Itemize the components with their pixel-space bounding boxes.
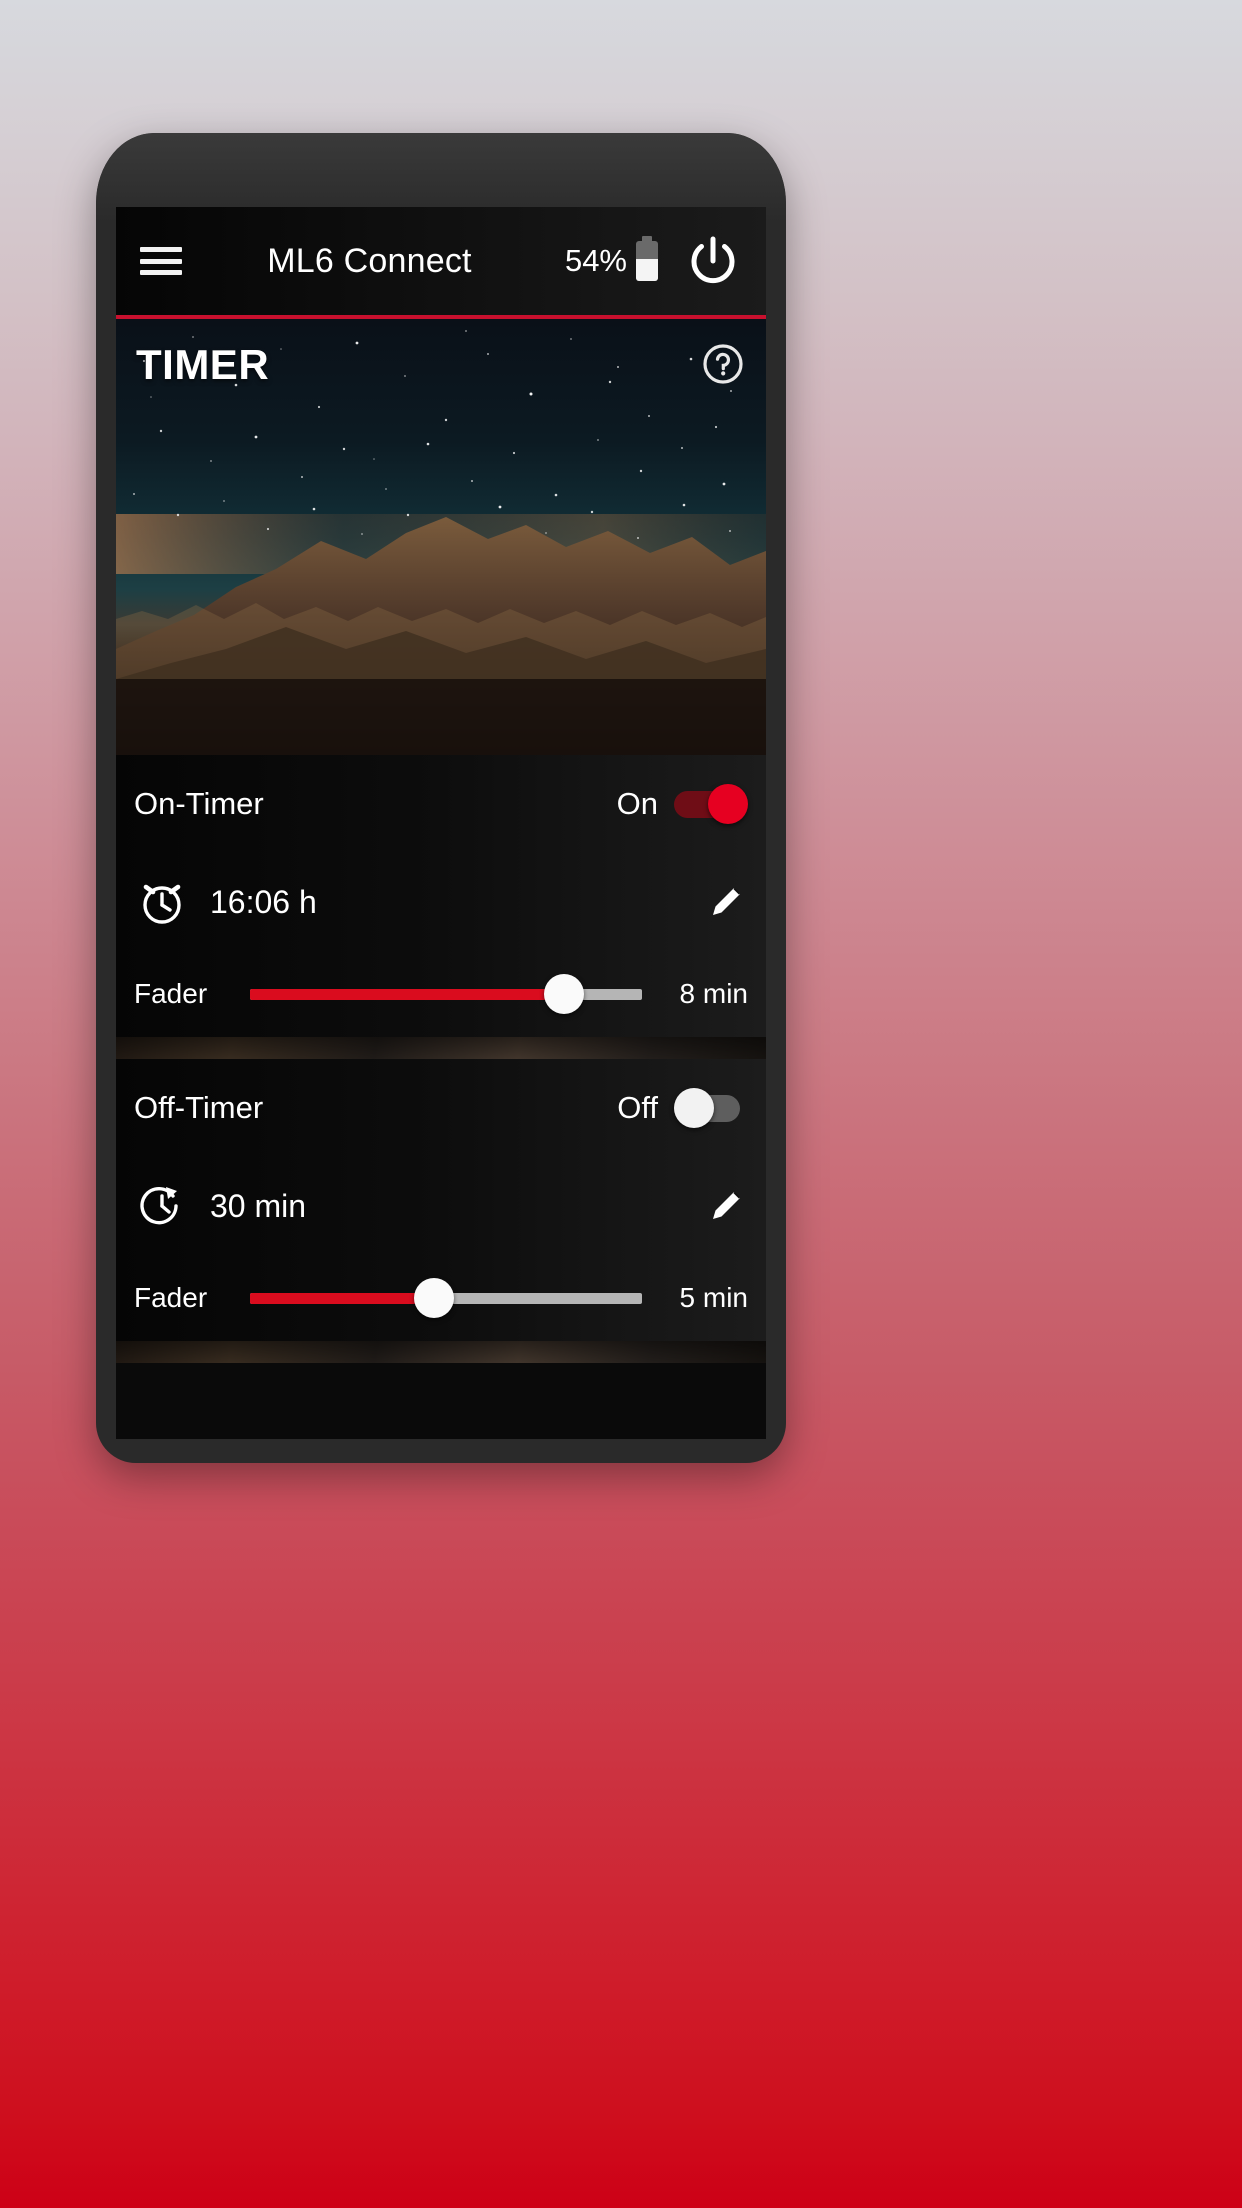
phone-screen: ML6 Connect 54% TIMER On-Timer On 16:06 …	[116, 207, 766, 1439]
on-timer-time-row[interactable]: 16:06 h	[134, 853, 748, 951]
off-timer-fader-slider[interactable]	[250, 1278, 642, 1318]
slider-thumb[interactable]	[414, 1278, 455, 1318]
on-timer-card: On-Timer On 16:06 h Fader 8 min	[116, 755, 766, 1037]
battery-fill	[636, 259, 658, 281]
phone-device-frame: ML6 Connect 54% TIMER On-Timer On 16:06 …	[96, 133, 786, 1463]
on-timer-edit-pencil-icon[interactable]	[704, 880, 748, 924]
power-button-icon[interactable]	[682, 230, 744, 292]
on-timer-toggle[interactable]	[674, 784, 748, 824]
on-timer-state-label: On	[616, 786, 658, 821]
app-bar: ML6 Connect 54%	[116, 207, 766, 315]
battery-half-icon	[636, 236, 658, 281]
slider-filled-track	[250, 1293, 435, 1304]
hero-banner: TIMER	[116, 319, 766, 755]
off-timer-state-label: Off	[617, 1090, 658, 1125]
help-circle-icon[interactable]	[700, 341, 746, 387]
on-timer-fader-slider[interactable]	[250, 974, 642, 1014]
off-timer-fader-row: Fader 5 min	[134, 1255, 748, 1341]
card-separator	[116, 1037, 766, 1059]
battery-status: 54%	[564, 236, 658, 281]
on-timer-fader-label: Fader	[134, 978, 208, 1009]
on-timer-header-row: On-Timer On	[134, 755, 748, 853]
on-timer-fader-value: 8 min	[679, 978, 748, 1009]
off-timer-time-value: 30 min	[210, 1187, 307, 1224]
off-timer-card: Off-Timer Off 30 min Fader 5 min	[116, 1059, 766, 1341]
off-timer-header-row: Off-Timer Off	[134, 1059, 748, 1157]
off-timer-toggle[interactable]	[674, 1088, 748, 1128]
slider-filled-track	[250, 989, 564, 1000]
toggle-thumb	[674, 1088, 714, 1128]
bottom-separator	[116, 1341, 766, 1363]
off-timer-fader-value: 5 min	[679, 1282, 748, 1313]
on-timer-time-value: 16:06 h	[210, 883, 317, 920]
off-timer-time-row[interactable]: 30 min	[134, 1157, 748, 1255]
app-title: ML6 Connect	[267, 241, 472, 280]
off-timer-edit-pencil-icon[interactable]	[704, 1184, 748, 1228]
alarm-clock-icon	[134, 874, 190, 930]
on-timer-fader-row: Fader 8 min	[134, 951, 748, 1037]
toggle-thumb	[708, 784, 748, 824]
off-timer-fader-label: Fader	[134, 1282, 208, 1313]
countdown-timer-icon	[134, 1178, 190, 1234]
on-timer-title: On-Timer	[134, 786, 264, 821]
off-timer-title: Off-Timer	[134, 1090, 264, 1125]
page-title: TIMER	[136, 341, 270, 388]
slider-thumb[interactable]	[543, 974, 584, 1014]
battery-percent-label: 54%	[564, 243, 627, 278]
